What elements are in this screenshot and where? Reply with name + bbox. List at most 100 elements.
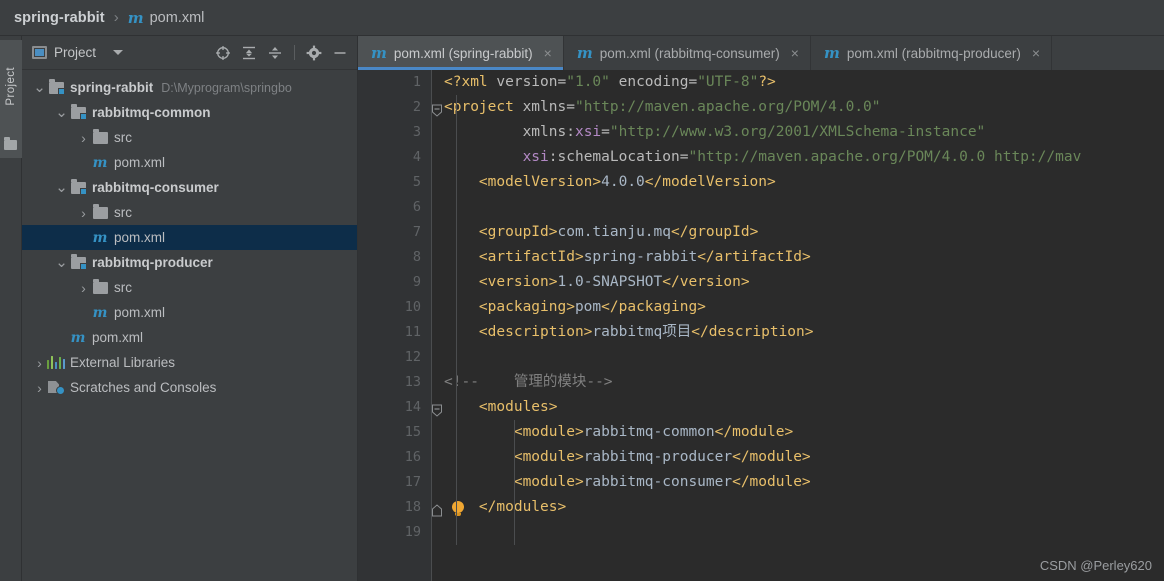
editor-code[interactable]: <?xml version="1.0" encoding="UTF-8"?> <p… [432,70,1164,581]
tree-item-pom-xml[interactable]: m pom.xml [22,150,357,175]
chevron-right-icon[interactable]: › [76,125,91,150]
line-number[interactable]: 9 [358,270,431,295]
tree-item-pom-xml[interactable]: m pom.xml [22,325,357,350]
chevron-down-icon[interactable] [113,50,124,55]
code-line[interactable]: <module>rabbitmq-common</module> [444,420,1164,445]
tree-item-rabbitmq-consumer[interactable]: ⌄ rabbitmq-consumer [22,175,357,200]
chevron-right-icon[interactable]: › [32,375,47,400]
tool-window-button-project[interactable]: Project [0,40,22,132]
line-number[interactable]: 3 [358,120,431,145]
code-token-val: "1.0" [566,74,610,90]
code-token-ns: xsi [574,124,602,140]
tree-item-src[interactable]: › src [22,200,357,225]
line-number[interactable]: 11 [358,320,431,345]
line-number[interactable]: 16 [358,445,431,470]
close-icon[interactable]: × [791,45,799,61]
collapse-all-icon[interactable] [264,42,286,64]
select-opened-file-icon[interactable] [212,42,234,64]
code-line[interactable]: <groupId>com.tianju.mq</groupId> [444,220,1164,245]
project-view-icon [32,46,47,59]
chevron-down-icon[interactable]: ⌄ [54,250,69,275]
line-number[interactable]: 19 [358,520,431,545]
gear-icon[interactable] [303,42,325,64]
tool-window-button-structure[interactable] [0,132,22,158]
editor-tab-2[interactable]: m pom.xml (rabbitmq-producer) × [811,36,1053,70]
code-line[interactable] [444,520,1164,545]
code-token-tag: </module> [714,424,794,440]
chevron-right-icon[interactable]: › [76,200,91,225]
line-number[interactable]: 7 [358,220,431,245]
tree-item-scratches-and-consoles[interactable]: › Scratches and Consoles [22,375,357,400]
tree-item-icon: m [69,330,87,346]
editor-gutter[interactable]: 1 2 3 4 5 6 7 8 9 10 11 12 13 14 15 16 17 18 19 [358,70,464,581]
code-line[interactable]: xmlns:xsi="http://www.w3.org/2001/XMLSch… [444,120,1164,145]
editor-tab-0[interactable]: m pom.xml (spring-rabbit) × [358,36,564,70]
code-token-txt: com.tianju.mq [557,224,672,240]
chevron-down-icon[interactable]: ⌄ [54,175,69,200]
code-line[interactable]: <module>rabbitmq-producer</module> [444,445,1164,470]
chevron-down-icon[interactable]: ⌄ [32,75,47,100]
line-number[interactable]: 1 [358,70,431,95]
project-view-selector[interactable]: Project [32,45,124,60]
code-line[interactable]: <packaging>pom</packaging> [444,295,1164,320]
chevron-right-icon[interactable]: › [76,275,91,300]
breadcrumb: spring-rabbit › m pom.xml [0,0,1164,36]
chevron-right-icon[interactable]: › [32,350,47,375]
editor-tabs[interactable]: m pom.xml (spring-rabbit) × m pom.xml (rabbi… [358,36,1164,70]
code-line[interactable] [444,195,1164,220]
tree-item-pom-xml[interactable]: m pom.xml [22,225,357,250]
code-line[interactable]: <description>rabbitmq项目</description> [444,320,1164,345]
tree-item-src[interactable]: › src [22,275,357,300]
line-number[interactable]: 6 [358,195,431,220]
editor-area: m pom.xml (spring-rabbit) × m pom.xml (rabbi… [358,36,1164,581]
line-number[interactable]: 12 [358,345,431,370]
code-token-txt: 1.0-SNAPSHOT [557,274,663,290]
tree-item-icon [69,253,87,270]
expand-all-icon[interactable] [238,42,260,64]
breadcrumb-root[interactable]: spring-rabbit [14,10,105,26]
line-number[interactable]: 13 [358,370,431,395]
project-tree[interactable]: ⌄ spring-rabbit D:\Myprogram\springbo ⌄ rabb… [22,70,357,581]
breadcrumb-file[interactable]: pom.xml [150,10,205,26]
line-number[interactable]: 17 [358,470,431,495]
line-number[interactable]: 8 [358,245,431,270]
line-number[interactable]: 18 [358,495,464,520]
code-line[interactable] [444,345,1164,370]
code-line[interactable]: </modules> [444,495,1164,520]
tree-item-rabbitmq-common[interactable]: ⌄ rabbitmq-common [22,100,357,125]
code-line[interactable]: <modules> [444,395,1164,420]
maven-file-icon: m [92,304,108,321]
code-line[interactable]: <modelVersion>4.0.0</modelVersion> [444,170,1164,195]
library-icon [46,356,66,369]
line-number[interactable]: 10 [358,295,431,320]
left-tool-strip: Project [0,36,22,581]
code-line[interactable]: <!-- 管理的模块--> [444,370,1164,395]
code-line[interactable]: <artifactId>spring-rabbit</artifactId> [444,245,1164,270]
line-number[interactable]: 4 [358,145,431,170]
code-editor[interactable]: 1 2 3 4 5 6 7 8 9 10 11 12 13 14 15 16 17 18 19 <?xml vers… [358,70,1164,581]
hide-panel-icon[interactable] [329,42,351,64]
line-number[interactable]: 14 [358,395,442,420]
code-line[interactable]: <version>1.0-SNAPSHOT</version> [444,270,1164,295]
tree-item-spring-rabbit[interactable]: ⌄ spring-rabbit D:\Myprogram\springbo [22,75,357,100]
close-icon[interactable]: × [544,45,552,61]
code-line[interactable]: <project xmlns="http://maven.apache.org/… [444,95,1164,120]
tree-item-rabbitmq-producer[interactable]: ⌄ rabbitmq-producer [22,250,357,275]
code-line[interactable]: <?xml version="1.0" encoding="UTF-8"?> [444,70,1164,95]
code-line[interactable]: xsi:schemaLocation="http://maven.apache.… [444,145,1164,170]
editor-tab-1[interactable]: m pom.xml (rabbitmq-consumer) × [564,36,811,70]
tree-item-pom-xml[interactable]: m pom.xml [22,300,357,325]
code-line[interactable]: <module>rabbitmq-consumer</module> [444,470,1164,495]
close-icon[interactable]: × [1032,45,1040,61]
chevron-down-icon[interactable]: ⌄ [54,100,69,125]
tree-item-icon: m [91,155,109,171]
line-number[interactable]: 15 [358,420,431,445]
line-number[interactable]: 2 [358,95,442,120]
tree-item-icon [47,381,65,395]
tree-item-src[interactable]: › src [22,125,357,150]
code-token-tag: <artifactId> [478,249,584,265]
line-number[interactable]: 5 [358,170,431,195]
tree-item-external-libraries[interactable]: › External Libraries [22,350,357,375]
